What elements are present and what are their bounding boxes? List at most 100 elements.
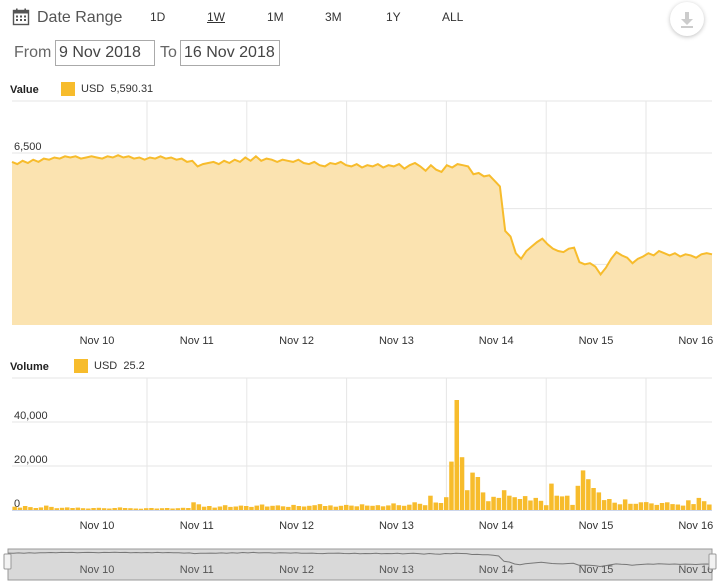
volume-bar (159, 508, 165, 510)
volume-bar (201, 506, 207, 510)
x-tick-label: Nov 12 (279, 520, 314, 532)
volume-bar (49, 506, 54, 510)
volume-bar (512, 497, 517, 510)
y-tick-label: 40,000 (14, 410, 48, 422)
volume-bar (338, 505, 344, 510)
value-chart: 5,0005,5006,0006,500Nov 10Nov 11Nov 12No… (11, 100, 713, 347)
volume-bar (280, 506, 286, 510)
volume-bar (101, 508, 107, 510)
range-button-1m[interactable]: 1M (267, 10, 284, 24)
range-button-1y[interactable]: 1Y (386, 10, 401, 24)
volume-bar (254, 505, 259, 510)
volume-bar (322, 506, 328, 510)
volume-bar (407, 504, 412, 510)
volume-bar (44, 505, 49, 510)
volume-legend[interactable]: USD 25.2 (74, 359, 145, 373)
volume-bar (133, 508, 138, 510)
from-date-input[interactable] (55, 40, 155, 66)
volume-bar (486, 501, 491, 510)
volume-bar (496, 497, 502, 510)
volume-bar (565, 495, 570, 510)
volume-bar (438, 503, 444, 510)
volume-bar (207, 506, 212, 510)
volume-bar (549, 483, 554, 510)
range-button-all[interactable]: ALL (442, 10, 463, 24)
volume-bar (622, 499, 628, 510)
x-tick-label: Nov 16 (678, 335, 713, 347)
navigator-right-handle[interactable] (708, 553, 717, 570)
navigator-tick-label: Nov 15 (579, 564, 614, 576)
volume-bar (575, 485, 581, 510)
volume-bar (675, 504, 681, 510)
value-legend-currency: USD (81, 83, 105, 95)
volume-bar (286, 506, 291, 510)
volume-bar (117, 507, 123, 510)
value-legend[interactable]: USD 5,590.31 (61, 82, 153, 96)
volume-bar (75, 507, 81, 510)
value-legend-value: 5,590.31 (110, 83, 154, 95)
volume-bar (680, 505, 686, 510)
volume-bar (533, 497, 538, 510)
volume-bar (538, 500, 544, 510)
x-tick-label: Nov 14 (479, 520, 514, 532)
volume-bar (222, 505, 228, 510)
navigator-tick-label: Nov 12 (279, 564, 314, 576)
volume-bar (401, 505, 407, 510)
volume-bar (70, 508, 75, 510)
volume-bar (586, 479, 591, 510)
volume-bar (186, 508, 191, 510)
value-chart-title: Value (10, 84, 39, 96)
volume-bar (659, 503, 665, 510)
volume-bar (180, 507, 186, 510)
volume-bar (607, 499, 612, 510)
volume-bar (96, 507, 102, 510)
volume-bar (470, 472, 475, 510)
volume-chart: 020,00040,000Nov 10 Nov 11 Nov 12 Nov 13 Nov… (12, 377, 713, 532)
calendar-icon[interactable] (12, 8, 30, 26)
date-range-label: Date Range (37, 9, 123, 26)
volume-bar (570, 504, 575, 510)
volume-bar (507, 495, 512, 510)
volume-bar (349, 505, 354, 510)
volume-bar (175, 508, 181, 510)
volume-legend-currency: USD (94, 360, 118, 372)
volume-bar (238, 505, 244, 510)
date-filter-row: From To (0, 38, 724, 70)
volume-bar (59, 507, 65, 510)
x-tick-label: Nov 11 (180, 520, 214, 532)
to-date-input[interactable] (180, 40, 280, 66)
volume-bar (233, 506, 238, 510)
volume-bar (33, 508, 38, 510)
volume-bar (459, 457, 465, 510)
volume-bar (359, 504, 365, 510)
y-tick-label: 20,000 (14, 454, 48, 466)
volume-bar (591, 488, 596, 510)
navigator-left-handle[interactable] (3, 553, 12, 570)
volume-bar (517, 499, 523, 510)
to-label: To (160, 44, 177, 61)
volume-bar (596, 492, 602, 510)
range-navigator[interactable]: Nov 10 Nov 11 Nov 12 Nov 13 Nov 14 Nov 15 Nov … (0, 548, 724, 582)
volume-bar (138, 508, 144, 510)
volume-bar (265, 506, 270, 510)
range-button-1d[interactable]: 1D (150, 10, 165, 24)
download-button[interactable] (670, 2, 704, 36)
volume-bar (422, 505, 428, 510)
range-button-1w[interactable]: 1W (207, 10, 225, 24)
navigator-tick-label: Nov 13 (379, 564, 414, 576)
volume-bar (317, 504, 323, 510)
navigator-tick-label: Nov 16 (678, 564, 713, 576)
volume-bar (465, 490, 470, 510)
legend-swatch (61, 82, 75, 96)
volume-bar (633, 503, 638, 510)
volume-legend-value: 25.2 (123, 360, 145, 372)
range-button-3m[interactable]: 3M (325, 10, 342, 24)
navigator-tick-label: Nov 11 (180, 564, 214, 576)
volume-bar (617, 504, 623, 510)
volume-bar (170, 508, 175, 510)
range-toolbar: Date Range 1D 1W 1M 3M 1Y ALL (0, 0, 724, 36)
x-tick-label: Nov 11 (180, 335, 214, 347)
volume-bar (428, 495, 433, 510)
download-icon (681, 12, 693, 28)
volume-bar (480, 492, 486, 510)
